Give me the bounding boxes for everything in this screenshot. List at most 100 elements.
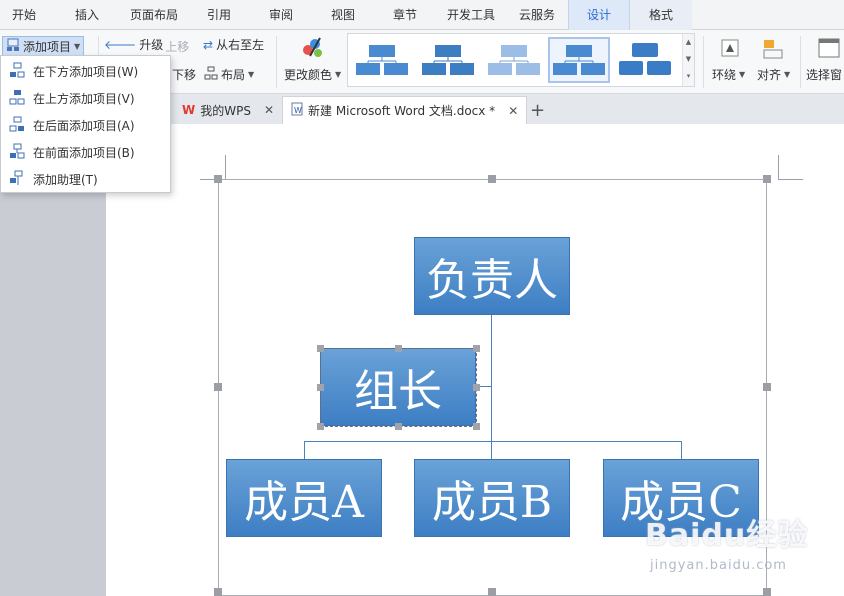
- menu-add-below[interactable]: 在下方添加项目(W): [1, 58, 170, 85]
- selection-handle[interactable]: [317, 345, 324, 352]
- wps-logo-icon: W: [182, 103, 196, 117]
- svg-text:W: W: [294, 106, 302, 115]
- smartart-style-gallery: ▲ ▼ ▾: [347, 33, 695, 87]
- right-to-left-button[interactable]: ⇄ 从右至左: [203, 36, 264, 53]
- resize-handle[interactable]: [214, 588, 222, 596]
- gallery-scrollbar[interactable]: ▲ ▼ ▾: [682, 34, 694, 86]
- resize-handle[interactable]: [488, 588, 496, 596]
- arrow-up-icon: 🡑: [156, 38, 163, 52]
- resize-handle[interactable]: [214, 383, 222, 391]
- selection-pane-label: 选择窗: [806, 68, 843, 82]
- plus-icon: +: [530, 99, 546, 121]
- tab-cloud[interactable]: 云服务: [512, 0, 562, 30]
- change-colors-label: 更改颜色: [284, 68, 333, 82]
- add-item-button[interactable]: 添加项目 ▼: [2, 36, 85, 57]
- menu-add-before-label: 在前面添加项目(B): [33, 146, 135, 160]
- tab-view[interactable]: 视图: [322, 0, 364, 30]
- resize-handle[interactable]: [214, 175, 222, 183]
- move-up-label: 上移: [165, 40, 190, 54]
- style-thumb-5[interactable]: [614, 37, 676, 83]
- node-member-a[interactable]: 成员A: [226, 459, 382, 537]
- connector-line: [681, 441, 682, 460]
- document-tab-strip: W 我的WPS ✕ W 新建 Microsoft Word 文档.docx * …: [170, 94, 844, 124]
- selection-handle[interactable]: [473, 384, 480, 391]
- align-icon: [762, 38, 784, 60]
- wrap-button[interactable]: 环绕 ▼: [712, 66, 745, 83]
- selection-handle[interactable]: [473, 423, 480, 430]
- selection-handle[interactable]: [317, 384, 324, 391]
- layout-button[interactable]: 布局 ▼: [204, 66, 254, 83]
- tab-developer[interactable]: 开发工具: [440, 0, 502, 30]
- connector-line: [304, 441, 682, 442]
- wrap-label: 环绕: [712, 68, 737, 82]
- baidu-watermark: Baidu经验: [645, 518, 809, 553]
- style-thumb-1[interactable]: [351, 37, 413, 83]
- tab-review[interactable]: 审阅: [260, 0, 302, 30]
- crop-mark: [778, 179, 803, 180]
- add-after-icon: [9, 116, 25, 135]
- add-below-icon: [9, 62, 25, 81]
- style-thumb-4-selected[interactable]: [548, 37, 610, 83]
- menu-add-below-label: 在下方添加项目(W): [33, 65, 139, 79]
- selection-handle[interactable]: [395, 345, 402, 352]
- node-top[interactable]: 负责人: [414, 237, 570, 315]
- crop-mark: [225, 155, 226, 179]
- layout-label: 布局: [221, 68, 246, 82]
- navigation-panel: [0, 124, 106, 596]
- menu-add-above[interactable]: 在上方添加项目(V): [1, 85, 170, 112]
- promote-button[interactable]: 🡐 升级: [104, 36, 163, 53]
- selection-handle[interactable]: [395, 423, 402, 430]
- right-to-left-label: 从右至左: [216, 38, 265, 52]
- resize-handle[interactable]: [488, 175, 496, 183]
- new-tab-button[interactable]: +: [522, 96, 553, 124]
- selection-handle[interactable]: [317, 423, 324, 430]
- arrow-left-icon: 🡐: [104, 38, 137, 52]
- tab-my-wps-label: 我的WPS: [200, 103, 251, 118]
- menu-add-before[interactable]: 在前面添加项目(B): [1, 139, 170, 166]
- menu-add-after[interactable]: 在后面添加项目(A): [1, 112, 170, 139]
- tab-format[interactable]: 格式: [630, 0, 692, 30]
- style-thumb-3[interactable]: [483, 37, 545, 83]
- add-assistant-icon: [9, 170, 25, 189]
- resize-handle[interactable]: [763, 588, 771, 596]
- add-above-icon: [9, 89, 25, 108]
- menu-bar: 开始 插入 页面布局 引用 审阅 视图 章节 开发工具 云服务 设计 格式: [0, 0, 844, 30]
- selection-pane-icon: [818, 38, 840, 58]
- style-thumb-2[interactable]: [417, 37, 479, 83]
- tab-insert[interactable]: 插入: [62, 0, 112, 30]
- chevron-down-icon: ▼: [248, 70, 255, 79]
- align-button[interactable]: 对齐 ▼: [757, 66, 790, 83]
- crop-mark: [778, 155, 779, 179]
- resize-handle[interactable]: [763, 175, 771, 183]
- move-up-button[interactable]: 🡑 上移: [156, 36, 189, 57]
- document-icon: W: [291, 102, 303, 119]
- selection-pane-button[interactable]: 选择窗: [806, 66, 842, 83]
- connector-line: [304, 441, 305, 460]
- close-icon[interactable]: ✕: [508, 104, 518, 118]
- connector-line: [491, 315, 492, 442]
- menu-add-above-label: 在上方添加项目(V): [33, 92, 135, 106]
- chevron-down-icon: ▼: [74, 42, 81, 51]
- tab-references[interactable]: 引用: [198, 0, 240, 30]
- selection-handle[interactable]: [473, 345, 480, 352]
- tab-document-label: 新建 Microsoft Word 文档.docx *: [308, 104, 496, 118]
- tab-my-wps[interactable]: W 我的WPS ✕: [174, 96, 282, 124]
- wrap-icon: [720, 38, 740, 58]
- tab-section[interactable]: 章节: [384, 0, 426, 30]
- tab-page-layout[interactable]: 页面布局: [124, 0, 184, 30]
- align-label: 对齐: [757, 68, 782, 82]
- close-icon[interactable]: ✕: [264, 103, 274, 117]
- tab-document[interactable]: W 新建 Microsoft Word 文档.docx * ✕: [282, 96, 528, 124]
- chevron-down-icon: ▼: [739, 70, 746, 79]
- palette-icon: [300, 36, 326, 60]
- menu-add-assistant[interactable]: 添加助理(T): [1, 166, 170, 193]
- selection-box: [320, 348, 477, 427]
- change-colors-button[interactable]: 更改颜色 ▼: [284, 66, 341, 83]
- move-down-button[interactable]: 下移: [172, 66, 196, 83]
- tab-design[interactable]: 设计: [568, 0, 630, 30]
- tab-home[interactable]: 开始: [0, 0, 48, 30]
- menu-add-assistant-label: 添加助理(T): [33, 173, 98, 187]
- node-member-b[interactable]: 成员B: [414, 459, 570, 537]
- menu-add-after-label: 在后面添加项目(A): [33, 119, 135, 133]
- resize-handle[interactable]: [763, 383, 771, 391]
